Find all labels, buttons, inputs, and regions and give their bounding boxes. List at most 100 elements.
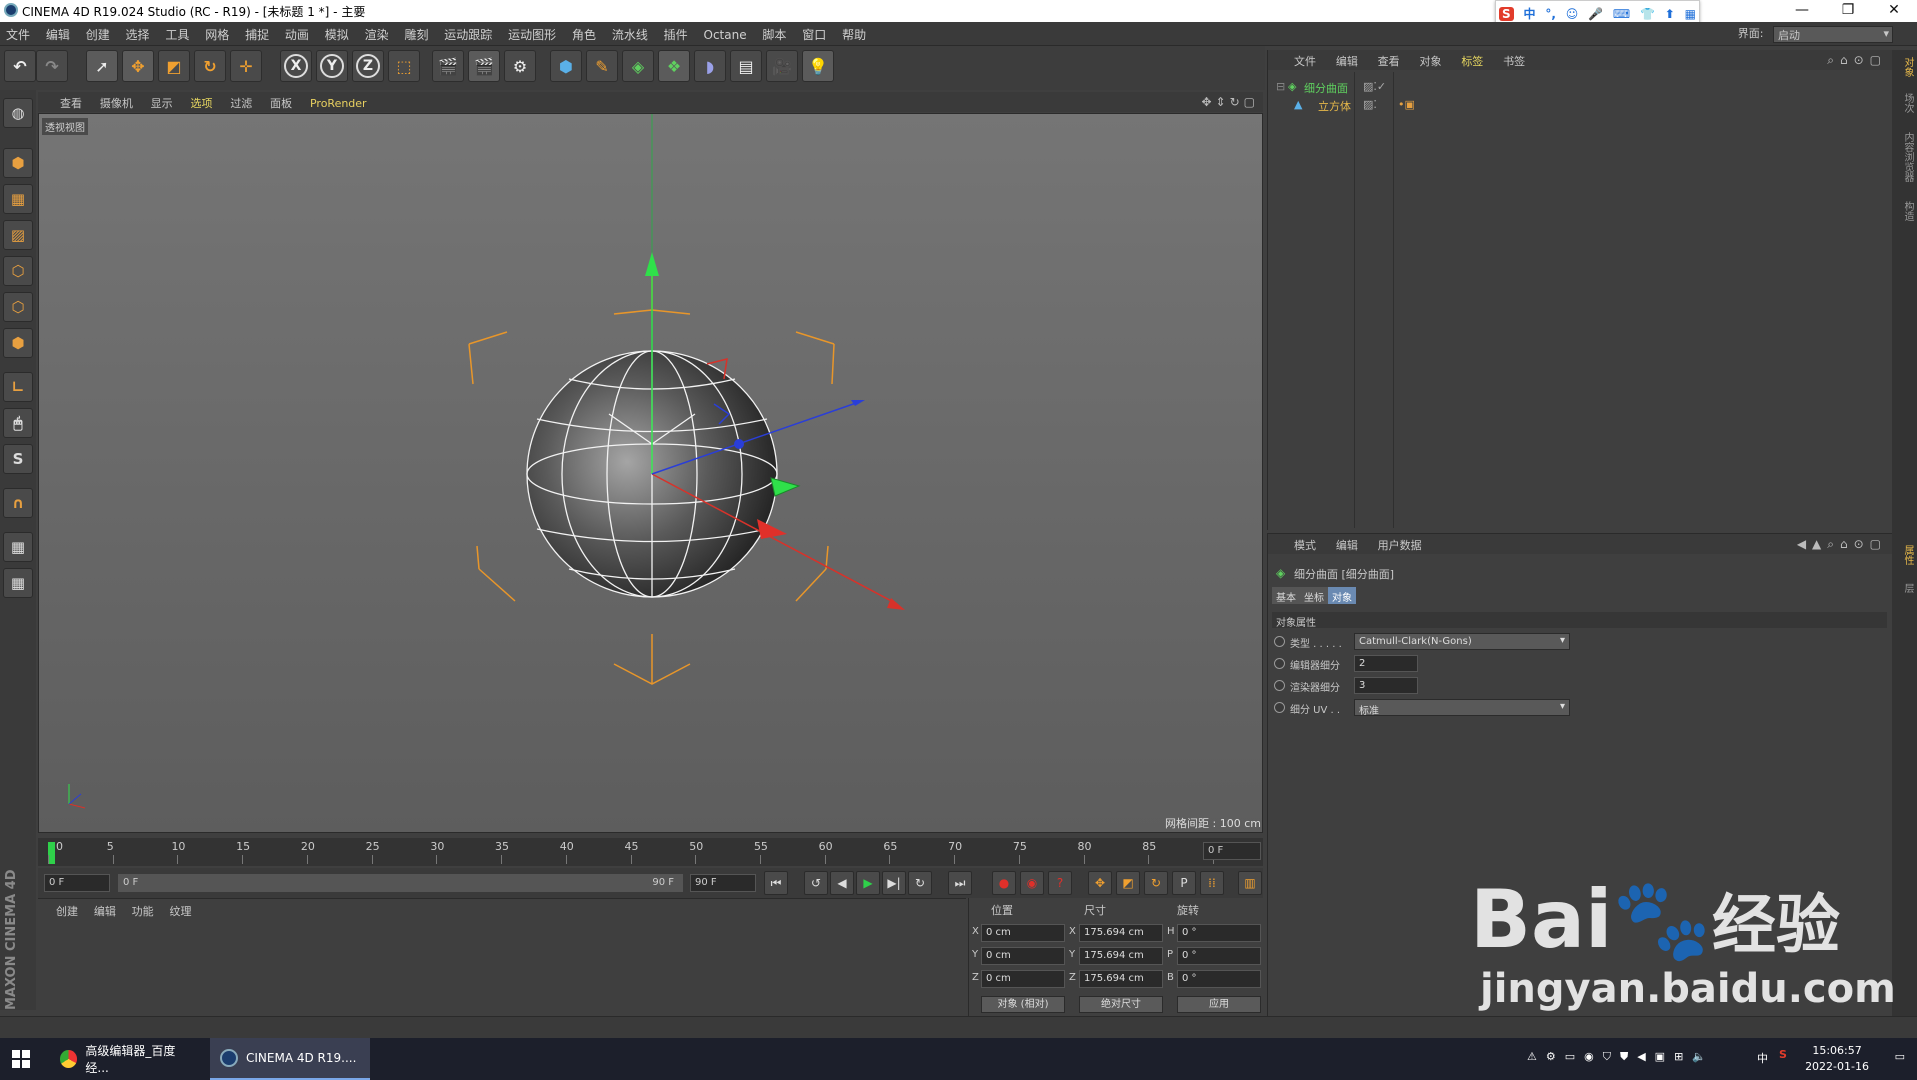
windows-start-icon[interactable] [0,1038,42,1080]
obj-menu-bookmarks[interactable]: 书签 [1495,50,1533,69]
object-name[interactable]: 立方体 [1318,98,1351,114]
ime-keyboard-icon[interactable]: ⌨ [1613,7,1630,21]
object-row-cube[interactable]: ▲ 立方体 ▨⁚ •▣ [1268,96,1893,114]
snap-icon[interactable]: ∩ [3,488,33,518]
camera-icon[interactable]: 🎥 [766,50,798,82]
mograph-cloner-icon[interactable]: ❖ [658,50,690,82]
timeline-window-icon[interactable]: ▥ [1238,871,1262,895]
record-keys-icon[interactable]: ● [992,871,1016,895]
solo-mode-icon[interactable]: S [3,444,33,474]
ime-voice-icon[interactable]: 🎤 [1588,7,1603,21]
tab-takes[interactable]: 场次 [1894,88,1915,118]
workplane-mode-icon[interactable]: ▨ [3,220,33,250]
tab-structure[interactable]: 构造 [1894,196,1915,226]
start-frame-field[interactable]: 0 F [44,874,110,892]
tab-content-browser[interactable]: 内容浏览器 [1894,124,1915,190]
render-subdivision-field[interactable]: 3 [1354,677,1418,694]
model-mode-icon[interactable]: ⬢ [3,148,33,178]
light-icon[interactable]: 💡 [802,50,834,82]
tab-objects[interactable]: 对象 [1894,52,1915,82]
attr-nav-icons[interactable]: ◀▲⌕⌂⊙▢ [1797,537,1887,552]
key-rotation-icon[interactable]: ↻ [1144,871,1168,895]
ime-punct[interactable]: °, [1545,7,1556,21]
key-pla-icon[interactable]: ⁞⁞ [1200,871,1224,895]
rotation-p-field[interactable]: 0 ° [1177,947,1261,965]
keyframe-selection-icon[interactable]: ? [1048,871,1072,895]
previous-key-icon[interactable]: ↺ [804,871,828,895]
z-axis-lock-icon[interactable]: Z [352,50,384,82]
subdivision-generator-icon[interactable]: ◈ [622,50,654,82]
menu-plugins[interactable]: 插件 [658,22,694,43]
menu-animate[interactable]: 动画 [279,22,315,43]
last-tool-icon[interactable]: ✛ [230,50,262,82]
menu-motion-tracking[interactable]: 运动跟踪 [438,22,498,43]
material-menu-create[interactable]: 创建 [38,899,84,919]
coordinate-system-icon[interactable]: ⬚ [388,50,420,82]
redo-icon[interactable]: ↷ [36,50,68,82]
close-button[interactable]: ✕ [1872,0,1916,22]
timeline-ruler[interactable]: 051015202530354045505560657075808590 [38,838,1263,866]
size-mode-dropdown[interactable]: 绝对尺寸 [1079,996,1163,1013]
position-x-field[interactable]: 0 cm [981,924,1065,942]
size-z-field[interactable]: 175.694 cm [1079,970,1163,988]
sogou-tray-icon[interactable]: S [1779,1048,1787,1061]
obj-menu-edit[interactable]: 编辑 [1328,50,1366,69]
attr-menu-mode[interactable]: 模式 [1268,534,1324,553]
ime-emoji-icon[interactable]: ☺ [1566,7,1579,21]
viewport-menu-filter[interactable]: 过滤 [223,92,259,111]
ime-update-icon[interactable]: ⬆ [1665,7,1675,21]
points-mode-icon[interactable]: ⬡ [3,256,33,286]
go-to-start-icon[interactable]: ⏮ [764,871,788,895]
axis-mode-icon[interactable]: ∟ [3,372,33,402]
undo-icon[interactable]: ↶ [4,50,36,82]
tab-basic[interactable]: 基本 [1272,587,1300,604]
menu-window[interactable]: 窗口 [796,22,832,43]
ime-lang[interactable]: 中 [1523,5,1535,22]
spline-pen-icon[interactable]: ✎ [586,50,618,82]
render-picture-viewer-icon[interactable]: 🎬 [468,50,500,82]
menu-tools[interactable]: 工具 [159,22,195,43]
obj-menu-tags[interactable]: 标签 [1453,50,1491,69]
tray-language[interactable]: 中 [1757,1050,1768,1066]
subdivide-uv-dropdown[interactable]: 标准 [1354,699,1570,717]
cube-primitive-icon[interactable]: ⬢ [550,50,582,82]
tray-icons[interactable]: ⚠⚙▭◉⛉⛊◀▣⊞🔈 [1527,1050,1715,1064]
menu-sculpt[interactable]: 雕刻 [398,22,434,43]
position-z-field[interactable]: 0 cm [981,970,1065,988]
go-to-end-icon[interactable]: ⏭ [948,871,972,895]
collapse-icon[interactable]: ⊟ [1276,80,1285,93]
menu-render[interactable]: 渲染 [359,22,395,43]
obj-menu-file[interactable]: 文件 [1268,50,1324,69]
menu-edit[interactable]: 编辑 [40,22,76,43]
object-row-subdivision[interactable]: ⊟ ◈ 细分曲面 ▨⁚✓ [1268,78,1893,96]
tab-layers[interactable]: 层 [1894,576,1915,600]
end-frame-field[interactable]: 90 F [690,874,756,892]
viewport-menu-cameras[interactable]: 摄像机 [93,92,140,111]
visibility-toggle-icon[interactable]: ▨⁚✓ [1363,80,1386,93]
material-menu-texture[interactable]: 纹理 [163,899,197,919]
playhead[interactable] [48,842,55,864]
animate-radio-icon[interactable] [1274,636,1285,647]
scale-tool-icon[interactable]: ◩ [158,50,190,82]
viewport-menu-display[interactable]: 显示 [144,92,180,111]
next-frame-icon[interactable]: ▶| [882,871,906,895]
ime-grid-icon[interactable]: ▦ [1685,7,1696,21]
workplane-lock-icon[interactable]: ▦ [3,532,33,562]
polygons-mode-icon[interactable]: ⬢ [3,328,33,358]
key-position-icon[interactable]: ✥ [1088,871,1112,895]
tab-object[interactable]: 对象 [1328,587,1356,604]
ime-skin-icon[interactable]: 👕 [1640,7,1655,21]
viewport-3d[interactable] [38,113,1263,833]
menu-select[interactable]: 选择 [120,22,156,43]
viewport-menu-panel[interactable]: 面板 [263,92,299,111]
render-settings-icon[interactable]: ⚙ [504,50,536,82]
obj-manager-search-icon[interactable]: ⌕⌂⊙▢ [1827,53,1887,68]
obj-menu-view[interactable]: 查看 [1370,50,1408,69]
object-name[interactable]: 细分曲面 [1304,80,1348,96]
play-icon[interactable]: ▶ [856,871,880,895]
floor-environment-icon[interactable]: ▤ [730,50,762,82]
key-parameter-icon[interactable]: P [1172,871,1196,895]
menu-character[interactable]: 角色 [566,22,602,43]
tab-coordinates[interactable]: 坐标 [1300,587,1328,604]
phong-tag-icon[interactable]: •▣ [1398,98,1415,111]
